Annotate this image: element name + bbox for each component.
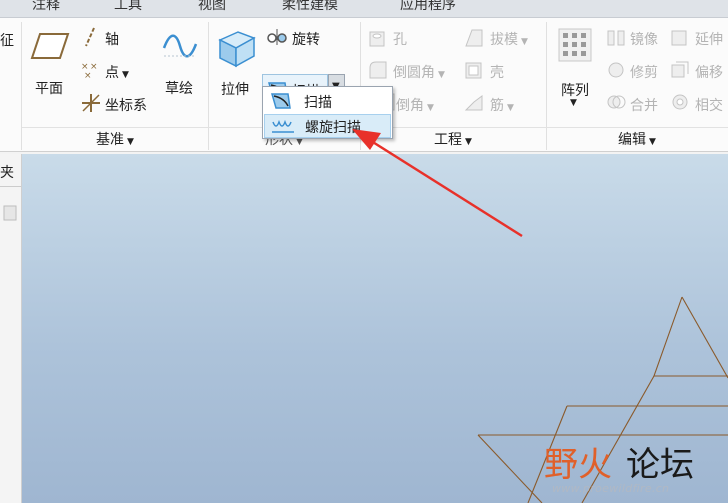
annotation-arrow	[352, 129, 523, 238]
